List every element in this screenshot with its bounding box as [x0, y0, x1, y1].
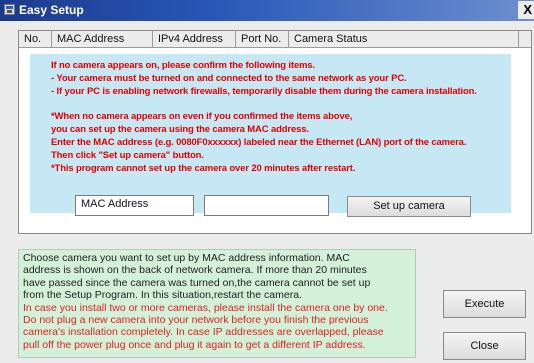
help-warning-line: camera's installation completely. In cas… — [23, 326, 384, 339]
execute-button[interactable]: Execute — [443, 290, 526, 318]
notice-line: - Your camera must be turned on and conn… — [51, 73, 407, 84]
help-line: address is shown on the back of network … — [23, 264, 367, 277]
column-header-filler — [519, 31, 531, 47]
help-line: from the Setup Program. In this situatio… — [23, 289, 302, 302]
notice-line: *This program cannot set up the camera o… — [51, 163, 356, 174]
notice-line: If no camera appears on, please confirm … — [51, 60, 315, 71]
notice-line: Then click "Set up camera" button. — [51, 150, 204, 161]
title-bar[interactable]: Easy Setup X — [0, 0, 534, 21]
close-button[interactable]: Close — [443, 332, 526, 360]
help-warning-line: In case you install two or more cameras,… — [23, 301, 388, 314]
help-warning-line: Do not plug a new camera into your netwo… — [23, 314, 369, 327]
column-header-ipv4-address[interactable]: IPv4 Address — [153, 31, 236, 47]
camera-list-header: No. MAC Address IPv4 Address Port No. Ca… — [19, 31, 531, 48]
notice-line: - If your PC is enabling network firewal… — [51, 86, 477, 97]
notice-line: Enter the MAC address (e.g. 0080F0xxxxxx… — [51, 137, 467, 148]
help-text-panel: Choose camera you want to set up by MAC … — [18, 249, 416, 358]
notice-line: *When no camera appears on even if you c… — [51, 111, 353, 122]
set-up-camera-button[interactable]: Set up camera — [347, 196, 471, 217]
close-icon[interactable]: X — [518, 1, 534, 19]
window-title: Easy Setup — [19, 3, 84, 17]
mac-address-input[interactable] — [204, 195, 329, 216]
column-header-mac-address[interactable]: MAC Address — [52, 31, 153, 47]
app-icon — [4, 4, 15, 15]
help-line: Choose camera you want to set up by MAC … — [23, 252, 350, 264]
notice-line: you can set up the camera using the came… — [51, 124, 309, 135]
column-header-port-no[interactable]: Port No. — [236, 31, 289, 47]
help-warning-line: pull off the power plug once and plug it… — [23, 338, 366, 351]
help-line: have passed since the camera was turned … — [23, 276, 371, 289]
camera-not-found-notice: If no camera appears on, please confirm … — [30, 54, 511, 213]
column-header-no[interactable]: No. — [19, 31, 52, 47]
easy-setup-window: Easy Setup X No. MAC Address IPv4 Addres… — [0, 0, 534, 363]
mac-address-label: MAC Address — [75, 195, 194, 216]
column-header-camera-status[interactable]: Camera Status — [289, 31, 519, 47]
